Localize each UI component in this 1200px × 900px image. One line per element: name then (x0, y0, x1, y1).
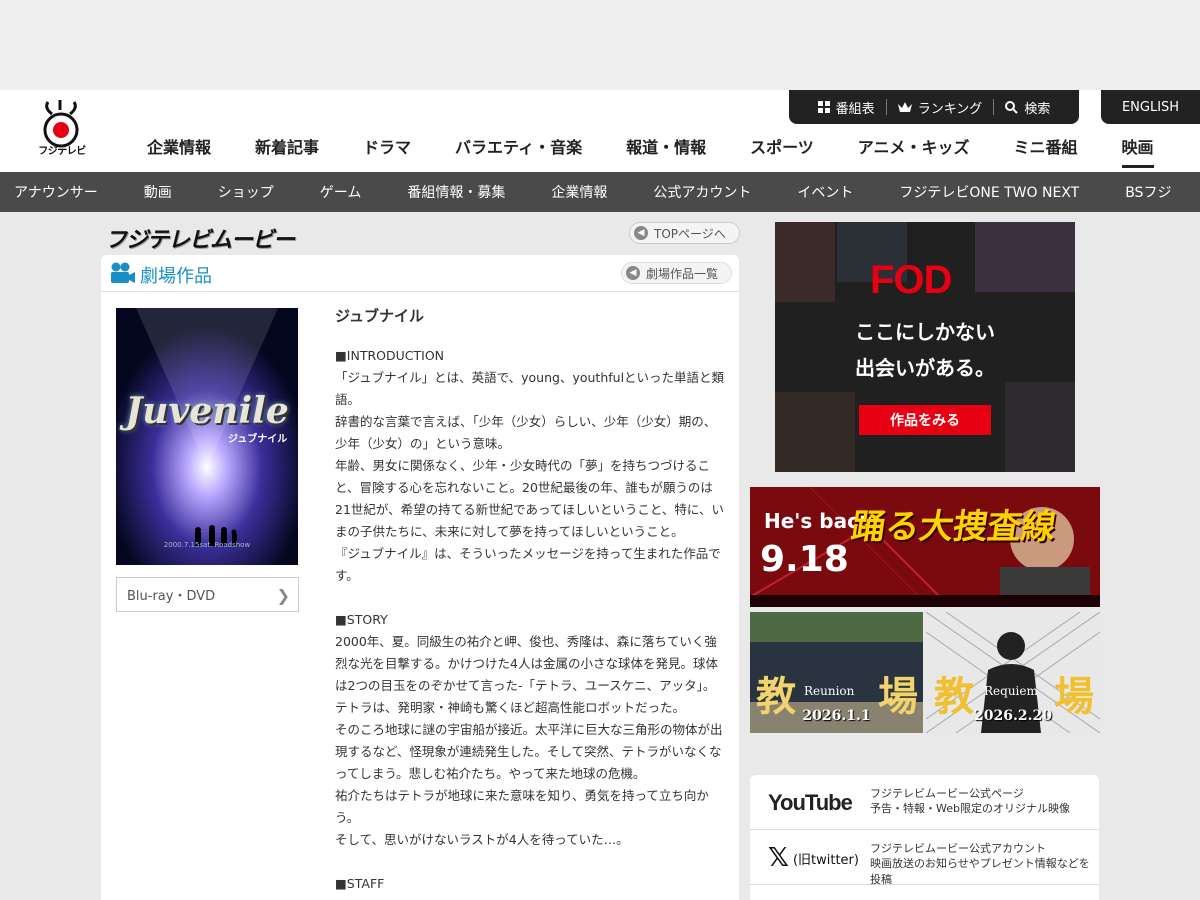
story-paragraph: 祐介たちはテトラが地球に来た意味を知り、勇気を持って立ち向かう。 (335, 788, 709, 825)
fod-watch-button[interactable]: 作品をみる (859, 405, 991, 435)
ranking-link[interactable]: ランキング (885, 99, 994, 117)
movie-camera-icon (111, 262, 135, 283)
nav-news-info[interactable]: 報道・情報 (604, 134, 728, 160)
youtube-logo-text: YouTube (768, 790, 853, 815)
nav-sports[interactable]: スポーツ (728, 134, 836, 160)
kyojo-requiem-date: 2026.2.20 (974, 708, 1052, 724)
section-header: 劇場作品 ◀ 劇場作品一覧 (101, 255, 739, 292)
story-heading: ■STORY (335, 612, 388, 627)
nav-mini[interactable]: ミニ番組 (991, 134, 1099, 160)
theater-list-label: 劇場作品一覧 (646, 266, 719, 281)
kyojo-reunion-sub: Reunion (804, 684, 855, 698)
kyojo-requiem-sub: Requiem (984, 684, 1038, 698)
subnav-game[interactable]: ゲーム (297, 182, 385, 202)
ad-space (0, 0, 1200, 90)
search-icon (1005, 100, 1019, 114)
story-paragraph: 2000年、夏。同級生の祐介と岬、俊也、秀隆は、森に落ちていく強烈な光を目撃する… (335, 634, 718, 715)
subnav-event[interactable]: イベント (774, 182, 876, 202)
x-link[interactable]: 𝕏 (旧twitter) フジテレビムービー公式アカウント 映画放送のお知らせや… (750, 830, 1099, 886)
kyojo-reunion-date: 2026.1.1 (802, 708, 871, 724)
youtube-desc: 予告・特報・Web限定のオリジナル映像 (870, 802, 1070, 815)
bluray-dvd-button[interactable]: Blu-ray・DVD ❯ (116, 577, 299, 612)
subnav-corporate[interactable]: 企業情報 (528, 182, 630, 202)
youtube-link[interactable]: YouTube フジテレビムービー公式ページ 予告・特報・Web限定のオリジナル… (750, 775, 1099, 830)
fod-logo: FOD (870, 258, 952, 302)
fod-line1: ここにしかない (855, 320, 995, 344)
x-logo-mark: 𝕏 (768, 843, 789, 873)
site-header: フジテレビ 番組表 ランキング 検索 ENGLISH 企業情報 新着記事 ドラマ… (0, 90, 1200, 172)
logo-text: フジテレビ (38, 146, 86, 157)
main-content: 劇場作品 ◀ 劇場作品一覧 Juvenile ジュブナイル 2000.7.15s… (101, 255, 739, 900)
odoru-banner[interactable]: He's back. 9.18 踊る大捜査線 (750, 487, 1100, 607)
poster-date: 2000.7.15sat. Roadshow (163, 541, 251, 549)
nav-anime[interactable]: アニメ・キッズ (836, 134, 992, 160)
odoru-title: 踊る大捜査線 (848, 507, 1059, 547)
english-button[interactable]: ENGLISH (1101, 90, 1200, 124)
site-title[interactable]: フジテレビムービー (105, 222, 295, 254)
schedule-link[interactable]: 番組表 (807, 99, 886, 117)
youtube-title: フジテレビムービー公式ページ (870, 787, 1024, 800)
chevron-left-icon: ◀ (626, 266, 640, 280)
intro-paragraph: 辞書的な言葉で言えば、「少年（少女）らしい、少年（少女）期の、少年（少女）の」と… (335, 414, 717, 451)
nav-corporate[interactable]: 企業情報 (125, 134, 233, 160)
ranking-label: ランキング (917, 101, 983, 117)
theater-list-button[interactable]: ◀ 劇場作品一覧 (621, 262, 732, 284)
chevron-right-icon: ❯ (276, 586, 290, 605)
nav-news[interactable]: 新着記事 (233, 134, 341, 160)
nav-movie[interactable]: 映画 (1100, 134, 1176, 168)
top-page-button[interactable]: ◀ TOPページへ (629, 222, 740, 244)
subnav-video[interactable]: 動画 (121, 182, 195, 202)
subnav-bsfuji[interactable]: BSフジ (1102, 182, 1194, 202)
subnav-official-accounts[interactable]: 公式アカウント (630, 182, 774, 202)
sns-links: YouTube フジテレビムービー公式ページ 予告・特報・Web限定のオリジナル… (750, 775, 1099, 900)
story-paragraph: そして、思いがけないラストが4人を待っていた…。 (335, 832, 629, 847)
search-label: 検索 (1024, 101, 1051, 117)
kyojo-requiem-banner[interactable]: 教 Requiem 場 2026.2.20 (926, 612, 1100, 733)
main-nav: 企業情報 新着記事 ドラマ バラエティ・音楽 報道・情報 スポーツ アニメ・キッ… (125, 134, 1176, 168)
x-logo-text: (旧twitter) (792, 852, 859, 868)
grid-icon (817, 101, 830, 113)
staff-heading: ■STAFF (335, 876, 385, 891)
story-paragraph: そのころ地球に謎の宇宙船が接近。太平洋に巨大な三角形の物体が出現するなど、怪現象… (335, 722, 723, 781)
crown-icon (897, 102, 912, 112)
fod-line2: 出会いがある。 (855, 356, 995, 380)
youtube-icon: YouTube (768, 787, 868, 819)
poster-title: Juvenile (125, 390, 289, 432)
nav-drama[interactable]: ドラマ (341, 134, 433, 160)
schedule-label: 番組表 (835, 101, 875, 117)
chevron-left-icon: ◀ (634, 226, 648, 240)
kyojo-reunion-banner[interactable]: 教 Reunion 場 2026.1.1 (750, 612, 923, 733)
fod-banner[interactable]: FOD ここにしかない 出会いがある。 作品をみる (775, 222, 1075, 472)
article: ジュブナイル ■INTRODUCTION 「ジュブナイル」とは、英語で、youn… (335, 305, 727, 895)
section-title: 劇場作品 (140, 266, 212, 287)
subnav-shop[interactable]: ショップ (195, 182, 297, 202)
x-icon: 𝕏 (旧twitter) (768, 842, 868, 874)
intro-paragraph: 『ジュブナイル』は、そういったメッセージを持って生まれた作品です。 (335, 546, 721, 583)
intro-heading: ■INTRODUCTION (335, 348, 445, 363)
search-link[interactable]: 検索 (993, 99, 1061, 117)
movie-poster[interactable]: Juvenile ジュブナイル 2000.7.15sat. Roadshow (116, 308, 298, 565)
top-page-label: TOPページへ (654, 226, 726, 241)
nav-variety[interactable]: バラエティ・音楽 (433, 134, 604, 160)
intro-paragraph: 「ジュブナイル」とは、英語で、young、youthfulといった単語と類語。 (335, 370, 725, 407)
x-desc: 映画放送のお知らせやプレゼント情報などを投稿 (870, 857, 1090, 886)
subnav-announcer[interactable]: アナウンサー (0, 182, 121, 202)
intro-paragraph: 年齢、男女に関係なく、少年・少女時代の「夢」を持ちつづけること、冒険する心を忘れ… (335, 458, 725, 539)
bluray-dvd-label: Blu-ray・DVD (127, 589, 216, 604)
sub-nav: アナウンサー 動画 ショップ ゲーム 番組情報・募集 企業情報 公式アカウント … (0, 172, 1200, 212)
subnav-one-two-next[interactable]: フジテレビONE TWO NEXT (876, 182, 1102, 202)
x-title: フジテレビムービー公式アカウント (870, 842, 1046, 855)
poster-subtitle: ジュブナイル (228, 434, 288, 445)
movie-title: ジュブナイル (335, 307, 424, 325)
utility-bar: 番組表 ランキング 検索 (789, 90, 1079, 124)
odoru-date: 9.18 (760, 539, 849, 580)
subnav-program-info[interactable]: 番組情報・募集 (384, 182, 528, 202)
